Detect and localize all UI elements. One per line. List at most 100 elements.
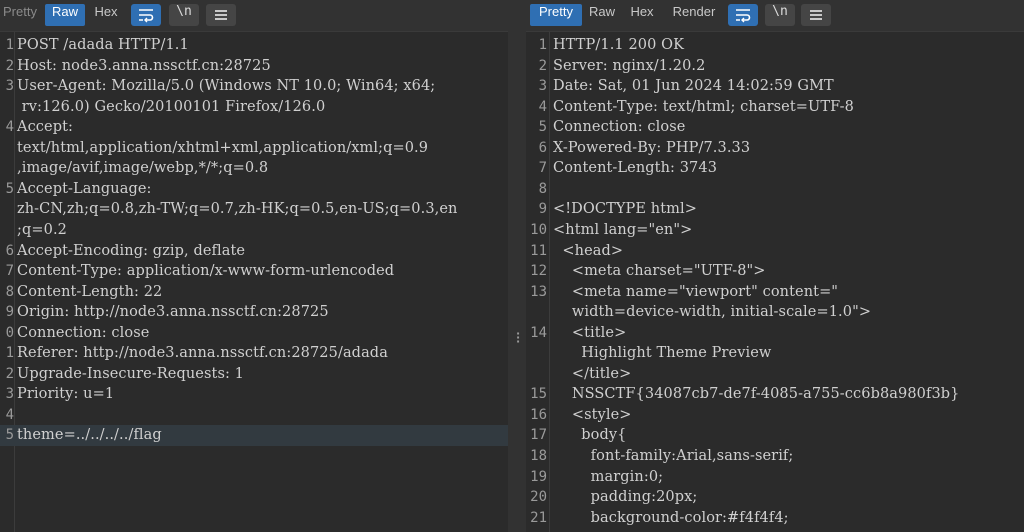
code-text: X-Powered-By: PHP/7.3.33 bbox=[553, 139, 751, 156]
line-number: 16 bbox=[530, 406, 547, 423]
code-text: </title> bbox=[553, 365, 632, 382]
code-line: 7 Content-Type: application/x-www-form-ur… bbox=[0, 261, 508, 282]
code-line: 14 <title> bbox=[526, 323, 1024, 344]
code-text: Origin: http://node3.anna.nssctf.cn:2872… bbox=[17, 304, 329, 321]
request-editor[interactable]: 1 POST /adada HTTP/1.1 2 Host: node3.anna.n… bbox=[0, 32, 508, 532]
request-pane: Pretty Raw Hex \n 1 POST /adada HTTP/1.1 2… bbox=[0, 0, 508, 532]
code-text: Accept: bbox=[17, 119, 73, 136]
code-text: Highlight Theme Preview bbox=[553, 345, 772, 362]
line-number: 9 bbox=[538, 201, 547, 218]
code-text: <meta charset="UTF-8"> bbox=[553, 263, 766, 280]
wrap-lines-icon bbox=[736, 9, 751, 23]
code-line: 16 <style> bbox=[526, 405, 1024, 426]
line-number: 7 bbox=[5, 263, 14, 280]
show-newlines-button[interactable]: \n bbox=[169, 4, 199, 26]
code-line: 2 Upgrade-Insecure-Requests: 1 bbox=[0, 364, 508, 385]
code-text: Server: nginx/1.20.2 bbox=[553, 57, 706, 74]
line-number: 20 bbox=[530, 489, 547, 506]
code-line: 5 Accept-Language: bbox=[0, 179, 508, 200]
code-text: ;q=0.2 bbox=[17, 221, 67, 238]
newline-icon: \n bbox=[176, 4, 192, 19]
line-number: 19 bbox=[530, 468, 547, 485]
code-text: Content-Type: text/html; charset=UTF-8 bbox=[553, 98, 854, 115]
newline-icon: \n bbox=[772, 4, 788, 19]
code-line: 0 Connection: close bbox=[0, 323, 508, 344]
code-line: 4 Accept: bbox=[0, 117, 508, 138]
tab-pretty[interactable]: Pretty bbox=[0, 4, 40, 26]
code-line: 1 HTTP/1.1 200 OK bbox=[526, 35, 1024, 56]
code-text: Content-Length: 3743 bbox=[553, 160, 718, 177]
response-toolbar: Pretty Raw Hex Render \n bbox=[526, 0, 1024, 32]
code-text: User-Agent: Mozilla/5.0 (Windows NT 10.0… bbox=[17, 78, 436, 95]
code-text: <meta name="viewport" content=" bbox=[553, 283, 839, 300]
code-line: 9 <!DOCTYPE html> bbox=[526, 199, 1024, 220]
code-text: <!DOCTYPE html> bbox=[553, 201, 697, 218]
wrap-lines-icon bbox=[139, 9, 154, 23]
code-text: padding:20px; bbox=[553, 489, 698, 506]
code-line: ,image/avif,image/webp,*/*;q=0.8 bbox=[0, 158, 508, 179]
line-number: 15 bbox=[530, 386, 547, 403]
code-line: 3 User-Agent: Mozilla/5.0 (Windows NT 10.… bbox=[0, 76, 508, 97]
line-number: 4 bbox=[5, 406, 14, 423]
response-pane: Pretty Raw Hex Render \n 1 HTTP/1.1 200 O… bbox=[526, 0, 1024, 532]
line-number: 13 bbox=[530, 283, 547, 300]
code-text: background-color:#f4f4f4; bbox=[553, 509, 789, 526]
code-line: zh-CN,zh;q=0.8,zh-TW;q=0.7,zh-HK;q=0.5,e… bbox=[0, 199, 508, 220]
code-line: 13 <meta name="viewport" content=" bbox=[526, 282, 1024, 303]
code-text: Content-Length: 22 bbox=[17, 283, 163, 300]
code-text: zh-CN,zh;q=0.8,zh-TW;q=0.7,zh-HK;q=0.5,e… bbox=[17, 201, 458, 218]
code-line: 2 Host: node3.anna.nssctf.cn:28725 bbox=[0, 56, 508, 77]
hamburger-menu-icon bbox=[810, 10, 822, 20]
hamburger-menu-icon bbox=[215, 10, 227, 20]
code-text: Connection: close bbox=[17, 324, 150, 341]
code-text: rv:126.0) Gecko/20100101 Firefox/126.0 bbox=[17, 98, 326, 115]
code-line: rv:126.0) Gecko/20100101 Firefox/126.0 bbox=[0, 97, 508, 118]
code-line: 11 <head> bbox=[526, 241, 1024, 262]
line-number: 3 bbox=[5, 386, 14, 403]
code-text: <title> bbox=[553, 324, 627, 341]
tab-render[interactable]: Render bbox=[666, 4, 722, 26]
line-number: 6 bbox=[538, 139, 547, 156]
response-editor[interactable]: 1 HTTP/1.1 200 OK 2 Server: nginx/1.20.2 3 Da… bbox=[526, 32, 1024, 532]
code-line: 1 POST /adada HTTP/1.1 bbox=[0, 35, 508, 56]
tab-raw[interactable]: Raw bbox=[585, 4, 619, 26]
code-text: NSSCTF{34087cb7-de7f-4085-a755-cc6b8a980… bbox=[553, 386, 960, 403]
menu-button[interactable] bbox=[801, 4, 831, 26]
wrap-lines-button[interactable] bbox=[131, 4, 161, 26]
code-text: Connection: close bbox=[553, 119, 686, 136]
code-text: <head> bbox=[553, 242, 624, 259]
tab-hex[interactable]: Hex bbox=[623, 4, 661, 26]
line-number: 2 bbox=[5, 57, 14, 74]
tab-raw[interactable]: Raw bbox=[45, 4, 85, 26]
line-number: 10 bbox=[530, 221, 547, 238]
code-text: font-family:Arial,sans-serif; bbox=[553, 448, 794, 464]
tab-pretty[interactable]: Pretty bbox=[530, 4, 582, 26]
pane-splitter[interactable]: · · · bbox=[508, 0, 526, 532]
code-text: width=device-width, initial-scale=1.0"> bbox=[553, 304, 872, 321]
request-toolbar: Pretty Raw Hex \n bbox=[0, 0, 508, 32]
line-number: 4 bbox=[538, 98, 547, 115]
code-line: 15 NSSCTF{34087cb7-de7f-4085-a755-cc6b8a… bbox=[526, 384, 1024, 405]
line-number: 4 bbox=[5, 119, 14, 136]
code-line: 12 <meta charset="UTF-8"> bbox=[526, 261, 1024, 282]
code-text: ,image/avif,image/webp,*/*;q=0.8 bbox=[17, 160, 269, 177]
code-text: Priority: u=1 bbox=[17, 386, 115, 403]
line-number: 5 bbox=[538, 119, 547, 136]
line-number: 3 bbox=[538, 78, 547, 95]
wrap-lines-button[interactable] bbox=[728, 4, 758, 26]
line-number: 8 bbox=[538, 180, 547, 197]
line-number: 3 bbox=[5, 78, 14, 95]
show-newlines-button[interactable]: \n bbox=[765, 4, 795, 26]
tab-hex[interactable]: Hex bbox=[88, 4, 124, 26]
line-number: 7 bbox=[538, 160, 547, 177]
menu-button[interactable] bbox=[206, 4, 236, 26]
code-line: 2 Server: nginx/1.20.2 bbox=[526, 56, 1024, 77]
code-text: text/html,application/xhtml+xml,applicat… bbox=[17, 139, 429, 156]
line-number: 8 bbox=[5, 283, 14, 300]
code-line: 7 Content-Length: 3743 bbox=[526, 158, 1024, 179]
line-number: 1 bbox=[5, 37, 14, 53]
code-line: Highlight Theme Preview bbox=[526, 343, 1024, 364]
line-number: 6 bbox=[5, 242, 14, 259]
code-line: 8 Content-Length: 22 bbox=[0, 282, 508, 303]
code-text: Referer: http://node3.anna.nssctf.cn:287… bbox=[17, 345, 388, 362]
